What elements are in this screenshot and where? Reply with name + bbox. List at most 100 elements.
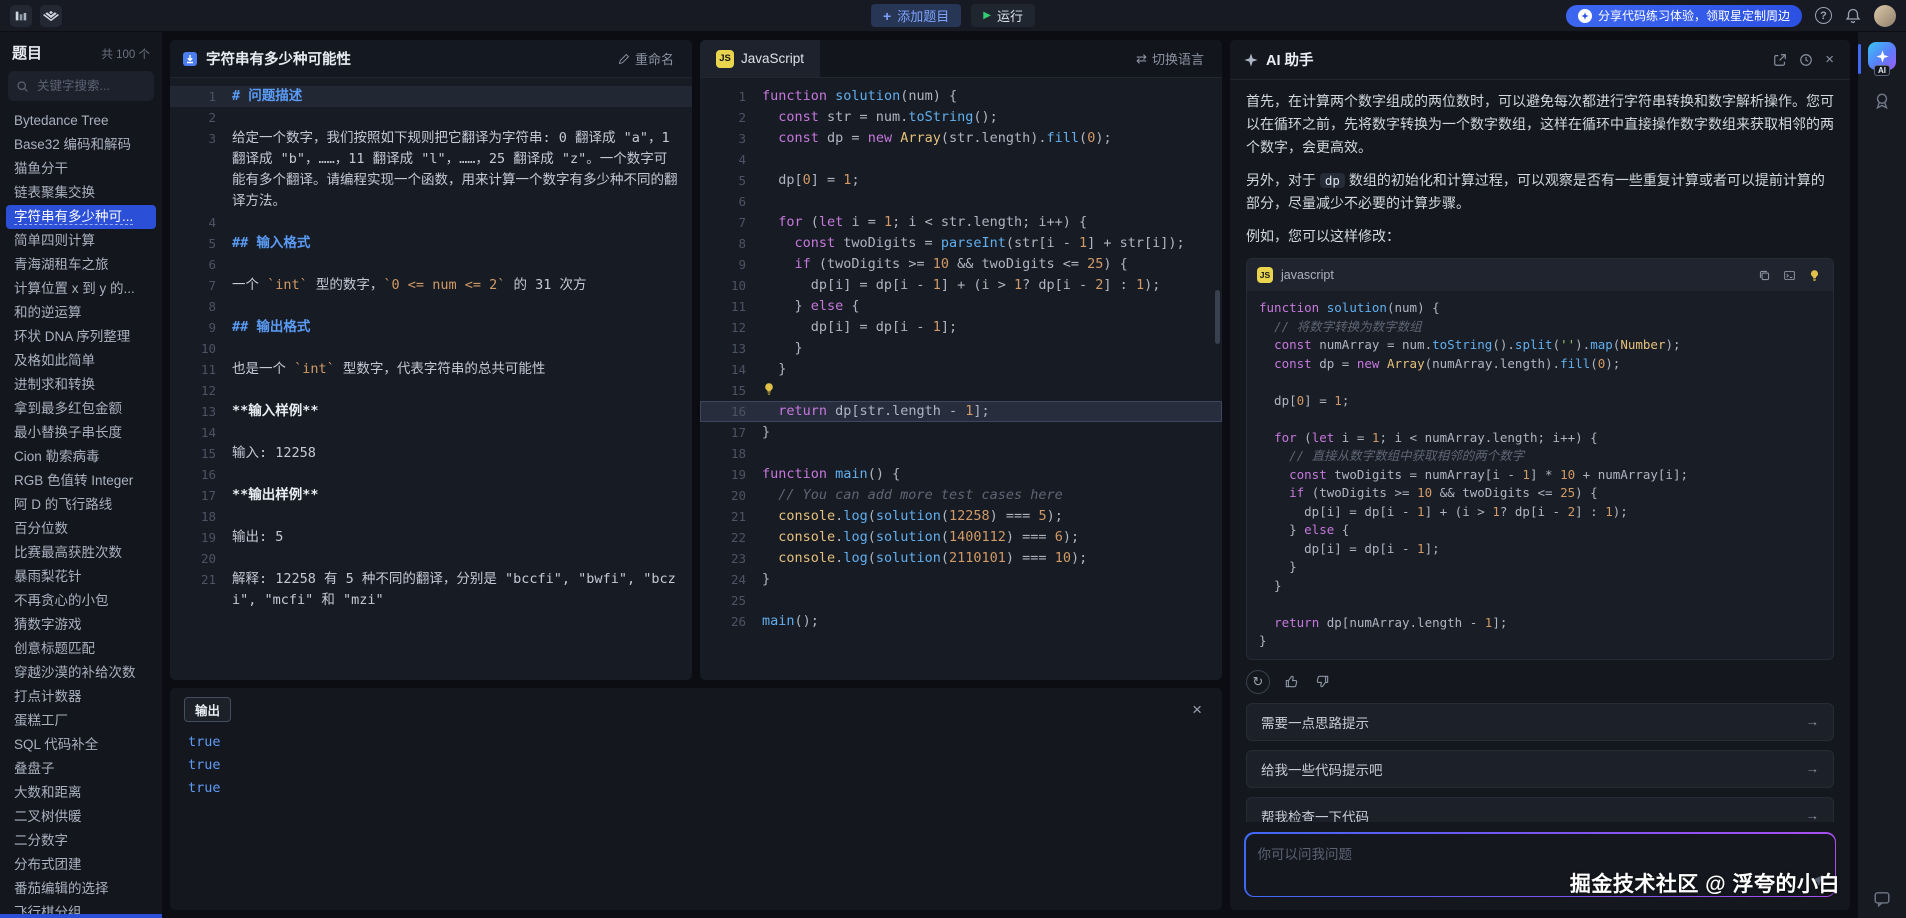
ai-suggestion-button[interactable]: 需要一点思路提示→	[1246, 703, 1834, 741]
editor-line[interactable]: 15	[700, 380, 1222, 401]
rail-ai-assistant-button[interactable]: AI	[1858, 42, 1906, 76]
editor-line[interactable]: 7一个 `int` 型的数字，`0 <= num <= 2` 的 31 次方	[170, 275, 692, 296]
editor-line[interactable]: 20 // You can add more test cases here	[700, 485, 1222, 506]
editor-line[interactable]: 19function main() {	[700, 464, 1222, 485]
copy-icon[interactable]	[1756, 267, 1773, 284]
close-icon[interactable]: ×	[1823, 50, 1836, 69]
lightbulb-icon[interactable]	[1806, 267, 1823, 284]
code-scrollbar[interactable]	[1215, 290, 1220, 344]
switch-language-button[interactable]: ⇄ 切换语言	[1130, 48, 1210, 69]
editor-line[interactable]: 18	[700, 443, 1222, 464]
editor-line[interactable]: 21 console.log(solution(12258) === 5);	[700, 506, 1222, 527]
editor-line[interactable]: 6	[170, 254, 692, 275]
editor-line[interactable]: 1# 问题描述	[170, 86, 692, 107]
rail-feedback-button[interactable]	[1858, 890, 1906, 908]
editor-line[interactable]: 9## 输出格式	[170, 317, 692, 338]
sidebar-problem-item[interactable]: 青海湖租车之旅	[6, 253, 156, 277]
editor-line[interactable]: 16	[170, 464, 692, 485]
ai-suggestion-button[interactable]: 给我一些代码提示吧→	[1246, 750, 1834, 788]
sidebar-problem-item[interactable]: 大数和距离	[6, 781, 156, 805]
language-tab[interactable]: JS JavaScript	[700, 40, 820, 77]
sidebar-problem-item[interactable]: 打点计数器	[6, 685, 156, 709]
juejin-logo-icon[interactable]	[40, 5, 62, 27]
sidebar-problem-item[interactable]: 链表聚集交换	[6, 181, 156, 205]
editor-line[interactable]: 13**输入样例**	[170, 401, 692, 422]
sidebar-problem-item[interactable]: Base32 编码和解码	[6, 133, 156, 157]
editor-line[interactable]: 12 dp[i] = dp[i - 1];	[700, 317, 1222, 338]
sidebar-problem-item[interactable]: 创意标题匹配	[6, 637, 156, 661]
editor-line[interactable]: 7 for (let i = 1; i < str.length; i++) {	[700, 212, 1222, 233]
sidebar-problem-item[interactable]: 阿 D 的飞行路线	[6, 493, 156, 517]
sidebar-problem-item[interactable]: 计算位置 x 到 y 的...	[6, 277, 156, 301]
sidebar-problem-item[interactable]: 和的逆运算	[6, 301, 156, 325]
sidebar-problem-item[interactable]: 不再贪心的小包	[6, 589, 156, 613]
app-logo[interactable]	[10, 5, 32, 27]
sidebar-problem-item[interactable]: 叠盘子	[6, 757, 156, 781]
editor-line[interactable]: 3 const dp = new Array(str.length).fill(…	[700, 128, 1222, 149]
editor-line[interactable]: 5 dp[0] = 1;	[700, 170, 1222, 191]
editor-line[interactable]: 11 } else {	[700, 296, 1222, 317]
sidebar-problem-item[interactable]: 二叉树供暖	[6, 805, 156, 829]
editor-line[interactable]: 3给定一个数字，我们按照如下规则把它翻译为字符串: 0 翻译成 "a"，1 翻译…	[170, 128, 692, 212]
editor-line[interactable]: 14 }	[700, 359, 1222, 380]
sidebar-problem-item[interactable]: 百分位数	[6, 517, 156, 541]
sidebar-problem-item[interactable]: 字符串有多少种可...	[6, 205, 156, 229]
sidebar-scroll-indicator[interactable]	[0, 914, 162, 918]
thumbs-down-icon[interactable]	[1313, 672, 1332, 691]
editor-line[interactable]: 9 if (twoDigits >= 10 && twoDigits <= 25…	[700, 254, 1222, 275]
editor-line[interactable]: 19输出: 5	[170, 527, 692, 548]
problem-markdown-editor[interactable]: 1# 问题描述23给定一个数字，我们按照如下规则把它翻译为字符串: 0 翻译成 …	[170, 78, 692, 680]
sidebar-problem-item[interactable]: 环状 DNA 序列整理	[6, 325, 156, 349]
rename-button[interactable]: 重命名	[612, 48, 680, 69]
sidebar-problem-item[interactable]: 二分数字	[6, 829, 156, 853]
editor-line[interactable]: 10	[170, 338, 692, 359]
sidebar-problem-item[interactable]: 简单四则计算	[6, 229, 156, 253]
editor-line[interactable]: 21解释: 12258 有 5 种不同的翻译，分别是 "bccfi", "bwf…	[170, 569, 692, 611]
sidebar-problem-item[interactable]: Bytedance Tree	[6, 109, 156, 133]
history-icon[interactable]	[1797, 51, 1815, 69]
editor-line[interactable]: 5## 输入格式	[170, 233, 692, 254]
editor-line[interactable]: 2	[170, 107, 692, 128]
sidebar-problem-item[interactable]: 及格如此简单	[6, 349, 156, 373]
editor-line[interactable]: 4	[700, 149, 1222, 170]
editor-line[interactable]: 26main();	[700, 611, 1222, 632]
user-avatar[interactable]	[1874, 5, 1896, 27]
sidebar-problem-item[interactable]: 穿越沙漠的补给次数	[6, 661, 156, 685]
editor-line[interactable]: 22 console.log(solution(1400112) === 6);	[700, 527, 1222, 548]
editor-line[interactable]: 14	[170, 422, 692, 443]
help-icon[interactable]: ?	[1815, 7, 1832, 24]
search-input[interactable]	[35, 78, 146, 94]
promo-banner-button[interactable]: 分享代码练习体验，领取星定制周边	[1566, 5, 1802, 27]
sidebar-problem-item[interactable]: RGB 色值转 Integer	[6, 469, 156, 493]
editor-line[interactable]: 12	[170, 380, 692, 401]
editor-line[interactable]: 2 const str = num.toString();	[700, 107, 1222, 128]
insert-code-icon[interactable]	[1781, 267, 1798, 284]
sidebar-problem-item[interactable]: 猫鱼分干	[6, 157, 156, 181]
add-problem-button[interactable]: + 添加题目	[871, 4, 961, 27]
editor-line[interactable]: 15输入: 12258	[170, 443, 692, 464]
regenerate-icon[interactable]: ↻	[1246, 670, 1270, 694]
editor-line[interactable]: 24}	[700, 569, 1222, 590]
close-icon[interactable]: ×	[1186, 700, 1208, 719]
lightbulb-hint-icon[interactable]	[762, 382, 778, 396]
sidebar-problem-item[interactable]: 番茄编辑的选择	[6, 877, 156, 901]
sidebar-problem-item[interactable]: 猜数字游戏	[6, 613, 156, 637]
sidebar-problem-item[interactable]: 最小替换子串长度	[6, 421, 156, 445]
search-box[interactable]	[8, 71, 154, 101]
notification-bell-icon[interactable]	[1845, 8, 1861, 24]
editor-line[interactable]: 1function solution(num) {	[700, 86, 1222, 107]
thumbs-up-icon[interactable]	[1282, 672, 1301, 691]
editor-line[interactable]: 8	[170, 296, 692, 317]
editor-line[interactable]: 23 console.log(solution(2110101) === 10)…	[700, 548, 1222, 569]
editor-line[interactable]: 16 return dp[str.length - 1];	[700, 401, 1222, 422]
sidebar-problem-item[interactable]: 进制求和转换	[6, 373, 156, 397]
editor-line[interactable]: 17**输出样例**	[170, 485, 692, 506]
rail-achievement-button[interactable]	[1858, 92, 1906, 110]
editor-line[interactable]: 11也是一个 `int` 型数字，代表字符串的总共可能性	[170, 359, 692, 380]
editor-line[interactable]: 20	[170, 548, 692, 569]
editor-line[interactable]: 8 const twoDigits = parseInt(str[i - 1] …	[700, 233, 1222, 254]
editor-line[interactable]: 13 }	[700, 338, 1222, 359]
ai-suggestion-button[interactable]: 帮我检查一下代码→	[1246, 797, 1834, 823]
sidebar-problem-item[interactable]: Cion 勒索病毒	[6, 445, 156, 469]
editor-line[interactable]: 10 dp[i] = dp[i - 1] + (i > 1? dp[i - 2]…	[700, 275, 1222, 296]
